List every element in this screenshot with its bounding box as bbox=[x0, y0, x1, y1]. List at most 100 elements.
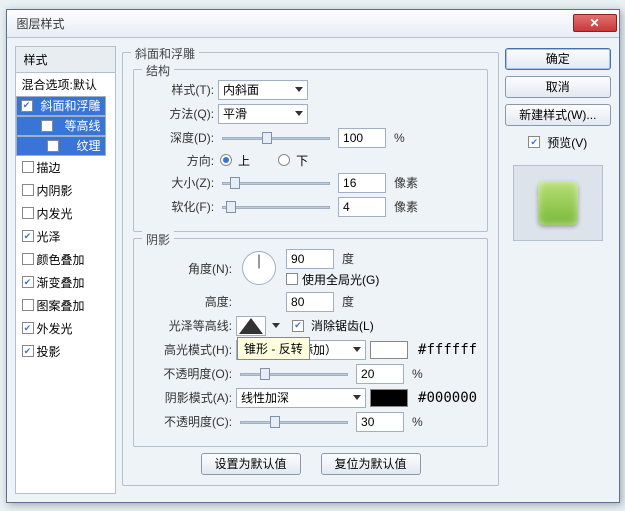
panel-bevel-legend: 斜面和浮雕 bbox=[131, 45, 199, 62]
close-button[interactable]: ✕ bbox=[573, 14, 617, 32]
style-item-9[interactable]: 图案叠加 bbox=[16, 294, 116, 317]
highlight-hex: #ffffff bbox=[418, 342, 477, 358]
style-item-checkbox[interactable]: ✔ bbox=[21, 100, 33, 112]
style-item-label: 外发光 bbox=[37, 320, 73, 337]
reset-default-button[interactable]: 复位为默认值 bbox=[321, 453, 421, 475]
chevron-down-icon bbox=[295, 111, 303, 116]
style-item-label: 内发光 bbox=[37, 205, 73, 222]
style-item-checkbox[interactable]: ✔ bbox=[22, 322, 34, 334]
style-item-11[interactable]: ✔投影 bbox=[16, 340, 116, 363]
gloss-contour-picker[interactable]: 锥形 - 反转 bbox=[236, 316, 266, 336]
gloss-contour-tooltip: 锥形 - 反转 bbox=[237, 337, 310, 360]
style-item-checkbox[interactable]: ✔ bbox=[22, 276, 34, 288]
blend-options-item[interactable]: 混合选项:默认 bbox=[16, 73, 116, 96]
panel-bevel: 斜面和浮雕 结构 样式(T): 内斜面 方法(Q): 平滑 深度(D): bbox=[122, 52, 499, 486]
style-item-7[interactable]: 颜色叠加 bbox=[16, 248, 116, 271]
preview-checkbox[interactable]: ✔ bbox=[528, 136, 540, 148]
depth-input[interactable] bbox=[338, 128, 386, 148]
gloss-contour-label: 光泽等高线: bbox=[144, 317, 232, 334]
style-item-1[interactable]: 等高线 bbox=[16, 116, 106, 136]
angle-label: 角度(N): bbox=[144, 260, 232, 277]
shadow-color-swatch[interactable] bbox=[370, 389, 408, 407]
make-default-button[interactable]: 设置为默认值 bbox=[201, 453, 301, 475]
shadow-hex: #000000 bbox=[418, 390, 477, 406]
shadow-mode-select[interactable]: 线性加深 bbox=[236, 388, 366, 408]
soften-slider[interactable] bbox=[222, 200, 330, 214]
chevron-down-icon[interactable] bbox=[272, 323, 280, 328]
cancel-button[interactable]: 取消 bbox=[505, 76, 610, 98]
style-item-label: 颜色叠加 bbox=[37, 251, 85, 268]
style-item-5[interactable]: 内发光 bbox=[16, 202, 116, 225]
size-label: 大小(Z): bbox=[144, 174, 214, 191]
direction-down-radio[interactable] bbox=[278, 154, 290, 166]
depth-label: 深度(D): bbox=[144, 129, 214, 146]
size-slider[interactable] bbox=[222, 176, 330, 190]
altitude-label: 高度: bbox=[144, 293, 232, 310]
soften-input[interactable] bbox=[338, 197, 386, 217]
chevron-down-icon bbox=[295, 87, 303, 92]
altitude-input[interactable] bbox=[286, 292, 334, 312]
style-item-label: 图案叠加 bbox=[37, 297, 85, 314]
style-item-8[interactable]: ✔渐变叠加 bbox=[16, 271, 116, 294]
style-item-3[interactable]: 描边 bbox=[16, 156, 116, 179]
style-list: 混合选项:默认 ✔斜面和浮雕等高线纹理描边内阴影内发光✔光泽颜色叠加✔渐变叠加图… bbox=[15, 73, 117, 494]
style-item-checkbox[interactable] bbox=[47, 140, 59, 152]
style-item-label: 光泽 bbox=[37, 228, 61, 245]
style-select[interactable]: 内斜面 bbox=[218, 80, 308, 100]
group-structure: 结构 样式(T): 内斜面 方法(Q): 平滑 深度(D): % bbox=[133, 69, 488, 232]
preview-box bbox=[513, 165, 603, 241]
chevron-down-icon bbox=[353, 395, 361, 400]
angle-input[interactable] bbox=[286, 249, 334, 269]
angle-control[interactable] bbox=[242, 251, 276, 285]
style-item-0[interactable]: ✔斜面和浮雕 bbox=[16, 96, 106, 116]
style-item-checkbox[interactable]: ✔ bbox=[22, 230, 34, 242]
shadow-mode-label: 阴影模式(A): bbox=[144, 389, 232, 406]
size-unit: 像素 bbox=[394, 174, 418, 191]
close-icon: ✕ bbox=[589, 16, 599, 30]
group-structure-legend: 结构 bbox=[142, 62, 174, 79]
highlight-mode-label: 高光模式(H): bbox=[144, 341, 232, 358]
highlight-opacity-slider[interactable] bbox=[240, 367, 348, 381]
direction-label: 方向: bbox=[144, 152, 214, 169]
style-item-checkbox[interactable]: ✔ bbox=[22, 345, 34, 357]
style-item-checkbox[interactable] bbox=[22, 207, 34, 219]
style-item-checkbox[interactable] bbox=[41, 120, 53, 132]
soften-unit: 像素 bbox=[394, 198, 418, 215]
style-item-10[interactable]: ✔外发光 bbox=[16, 317, 116, 340]
technique-select[interactable]: 平滑 bbox=[218, 104, 308, 124]
highlight-opacity-label: 不透明度(O): bbox=[144, 365, 232, 382]
titlebar[interactable]: 图层样式 ✕ bbox=[7, 10, 619, 38]
style-item-checkbox[interactable] bbox=[22, 161, 34, 173]
style-item-6[interactable]: ✔光泽 bbox=[16, 225, 116, 248]
global-light-checkbox[interactable] bbox=[286, 273, 298, 285]
new-style-button[interactable]: 新建样式(W)... bbox=[505, 104, 610, 126]
highlight-opacity-input[interactable] bbox=[356, 364, 404, 384]
shadow-opacity-label: 不透明度(C): bbox=[144, 413, 232, 430]
shadow-opacity-input[interactable] bbox=[356, 412, 404, 432]
style-item-checkbox[interactable] bbox=[22, 253, 34, 265]
shadow-opacity-slider[interactable] bbox=[240, 415, 348, 429]
ok-button[interactable]: 确定 bbox=[505, 48, 610, 70]
soften-label: 软化(F): bbox=[144, 198, 214, 215]
group-shading: 阴影 角度(N): 度 使用全局光(G) bbox=[133, 238, 488, 447]
antialias-checkbox[interactable]: ✔ bbox=[292, 320, 304, 332]
size-input[interactable] bbox=[338, 173, 386, 193]
highlight-color-swatch[interactable] bbox=[370, 341, 408, 359]
style-item-checkbox[interactable] bbox=[22, 299, 34, 311]
style-label: 样式(T): bbox=[144, 81, 214, 98]
style-item-2[interactable]: 纹理 bbox=[16, 136, 106, 156]
group-shading-legend: 阴影 bbox=[142, 231, 174, 248]
style-item-checkbox[interactable] bbox=[22, 184, 34, 196]
style-list-header: 样式 bbox=[15, 46, 117, 73]
chevron-down-icon bbox=[353, 347, 361, 352]
right-panel: 确定 取消 新建样式(W)... ✔ 预览(V) bbox=[505, 46, 610, 494]
dialog-title: 图层样式 bbox=[17, 15, 65, 32]
style-list-panel: 样式 混合选项:默认 ✔斜面和浮雕等高线纹理描边内阴影内发光✔光泽颜色叠加✔渐变… bbox=[15, 46, 117, 494]
direction-up-radio[interactable] bbox=[220, 154, 232, 166]
depth-slider[interactable] bbox=[222, 131, 330, 145]
style-item-4[interactable]: 内阴影 bbox=[16, 179, 116, 202]
settings-panel: 斜面和浮雕 结构 样式(T): 内斜面 方法(Q): 平滑 深度(D): bbox=[122, 46, 499, 494]
style-item-label: 投影 bbox=[37, 343, 61, 360]
style-item-label: 等高线 bbox=[64, 117, 100, 134]
technique-label: 方法(Q): bbox=[144, 105, 214, 122]
